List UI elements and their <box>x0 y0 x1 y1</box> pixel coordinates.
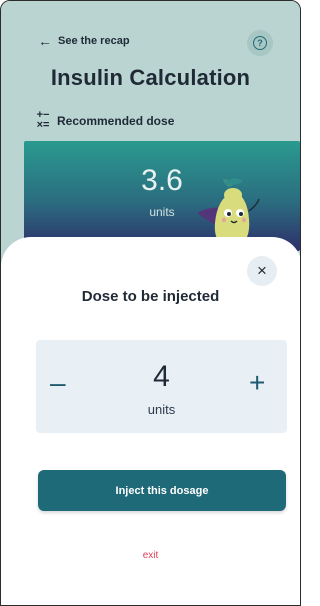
help-circle-icon: ? <box>253 36 267 50</box>
close-button[interactable]: × <box>247 256 277 286</box>
page-title: Insulin Calculation <box>50 65 251 90</box>
recommended-dose-header: +− ×= Recommended dose <box>35 109 175 131</box>
dose-unit: units <box>147 402 176 417</box>
app-frame: ← See the recap ? Insulin Calculation +−… <box>0 0 301 606</box>
close-icon: × <box>257 261 267 280</box>
increment-button[interactable]: + <box>249 369 265 397</box>
dialog-title: Dose to be injected <box>81 288 220 305</box>
inject-button[interactable]: Inject this dosage <box>38 470 286 511</box>
recommended-dose-label: Recommended dose <box>57 113 175 128</box>
inject-button-label: Inject this dosage <box>115 484 209 497</box>
back-link[interactable]: ← See the recap <box>38 34 130 48</box>
back-link-label: See the recap <box>58 35 130 47</box>
dose-stepper: – 4 units + <box>36 340 287 433</box>
help-button[interactable]: ? <box>247 30 273 56</box>
arrow-left-icon: ← <box>38 33 52 49</box>
exit-link[interactable]: exit <box>1 550 300 561</box>
calculator-icon: +− ×= <box>36 109 50 131</box>
